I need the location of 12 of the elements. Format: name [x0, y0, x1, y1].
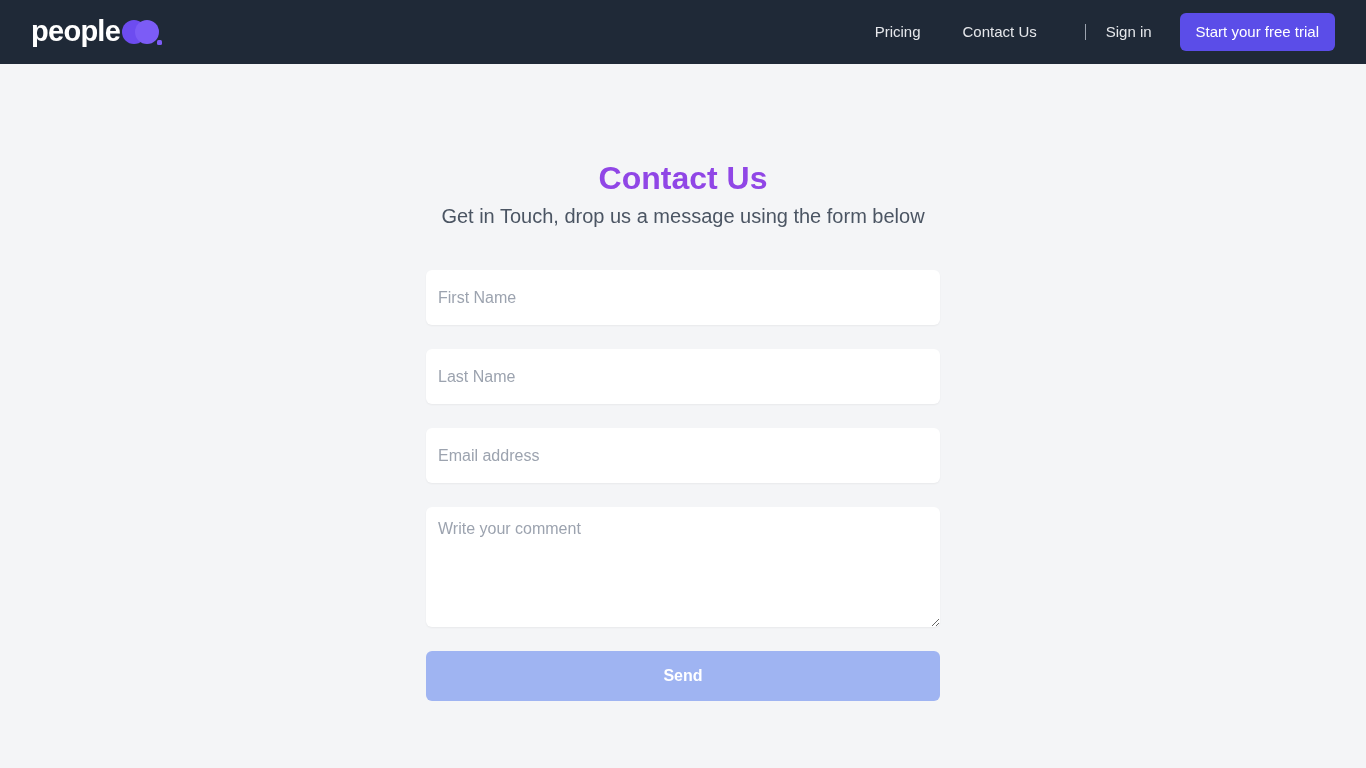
- nav-link[interactable]: Pricing: [860, 20, 935, 44]
- text-field[interactable]: Last Name: [426, 349, 940, 404]
- page-title: Contact Us: [598, 160, 768, 196]
- sign-in-link[interactable]: Sign in: [1105, 20, 1152, 44]
- text-field[interactable]: Email address: [426, 428, 940, 483]
- comment-field[interactable]: Write your comment: [426, 507, 940, 627]
- page-subtitle: Get in Touch, drop us a message using the form below: [441, 204, 925, 229]
- nav-link[interactable]: Contact Us: [948, 20, 1051, 44]
- logo[interactable]: people: [31, 10, 164, 54]
- free-trial-button[interactable]: Start your free trial: [1179, 13, 1335, 51]
- logo-icon: [121, 18, 164, 46]
- text-field[interactable]: First Name: [426, 270, 940, 325]
